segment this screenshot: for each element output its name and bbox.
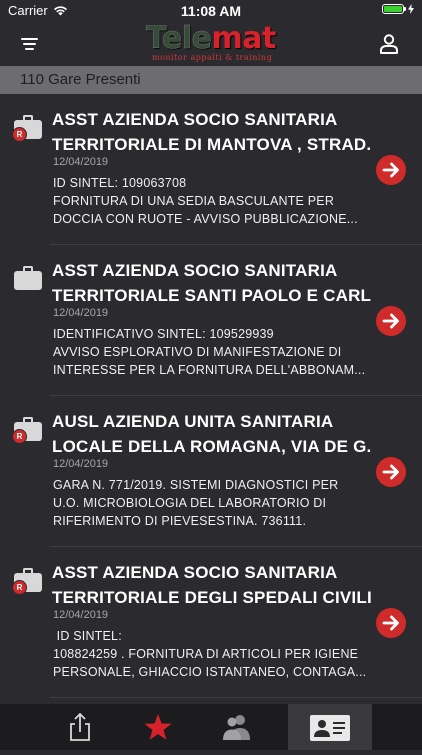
item-desc-line: PERSONALE, GHIACCIO ISTANTANEO, CONTAGA.… — [53, 665, 367, 679]
logo-title: Telemat — [146, 21, 277, 56]
item-title-line: TERRITORIALE SANTI PAOLO E CARL... — [52, 286, 372, 305]
item-description: IDENTIFICATIVO SINTEL: 109529939 AVVISO … — [53, 325, 368, 379]
battery-level — [384, 6, 402, 12]
item-title-line: ASST AZIENDA SOCIO SANITARIA — [52, 110, 338, 129]
telemat-logo: Telemat monitor appalti & training — [146, 22, 280, 66]
charging-bolt-icon — [408, 4, 414, 14]
hamburger-menu-icon[interactable] — [21, 35, 43, 53]
briefcase-icon: R — [12, 568, 42, 595]
share-icon[interactable] — [40, 704, 120, 750]
battery-area — [382, 4, 414, 14]
item-title-line: ASST AZIENDA SOCIO SANITARIA — [52, 563, 338, 582]
item-title-line: AUSL AZIENDA UNITA SANITARIA — [52, 412, 334, 431]
r-badge: R — [12, 127, 27, 142]
item-desc-line: 108824259 . FORNITURA DI ARTICOLI PER IG… — [53, 647, 359, 661]
divider — [50, 697, 422, 698]
star-icon[interactable] — [118, 704, 198, 750]
status-bar: Carrier 11:08 AM — [0, 0, 422, 22]
briefcase-icon: R — [12, 115, 42, 142]
list-item[interactable]: ASST AZIENDA SOCIO SANITARIA TERRITORIAL… — [0, 245, 422, 396]
item-title: ASST AZIENDA SOCIO SANITARIA TERRITORIAL… — [52, 258, 372, 308]
item-title-line: ASST AZIENDA SOCIO SANITARIA — [52, 261, 338, 280]
item-desc-line: INTERESSE PER LA FORNITURA DELL'ABBONAM.… — [53, 363, 366, 377]
arrow-right-icon[interactable] — [376, 608, 406, 638]
item-desc-line: DOCCIA CON RUOTE - AVVISO PUBBLICAZIONE.… — [53, 212, 358, 226]
item-title: ASST AZIENDA SOCIO SANITARIA TERRITORIAL… — [52, 560, 372, 610]
item-description: GARA N. 771/2019. SISTEMI DIAGNOSTICI PE… — [53, 476, 368, 530]
item-date: 12/04/2019 — [53, 458, 109, 470]
item-title: AUSL AZIENDA UNITA SANITARIA LOCALE DELL… — [52, 409, 372, 459]
item-desc-line: ID SINTEL: — [53, 629, 122, 643]
logo-part-tele: Tele — [146, 21, 212, 56]
navigation-bar: Telemat monitor appalti & training — [0, 22, 422, 66]
list-item[interactable]: R ASST AZIENDA SOCIO SANITARIA TERRITORI… — [0, 94, 422, 245]
item-desc-line: AVVISO ESPLORATIVO DI MANIFESTAZIONE DI — [53, 345, 342, 359]
arrow-right-icon[interactable] — [376, 306, 406, 336]
item-description: ID SINTEL: 109063708 FORNITURA DI UNA SE… — [53, 174, 368, 228]
r-badge: R — [12, 429, 27, 444]
item-title-line: LOCALE DELLA ROMAGNA, VIA DE G... — [52, 437, 372, 456]
item-desc-line: IDENTIFICATIVO SINTEL: 109529939 — [53, 327, 274, 341]
item-title: ASST AZIENDA SOCIO SANITARIA TERRITORIAL… — [52, 107, 372, 157]
item-desc-line: U.O. MICROBIOLOGIA DEL LABORATORIO DI — [53, 496, 327, 510]
item-desc-line: FORNITURA DI UNA SEDIA BASCULANTE PER — [53, 194, 335, 208]
item-date: 12/04/2019 — [53, 156, 109, 168]
item-description: ID SINTEL: 108824259 . FORNITURA DI ARTI… — [53, 627, 368, 681]
clock: 11:08 AM — [180, 3, 242, 19]
list-item[interactable]: R AUSL AZIENDA UNITA SANITARIA LOCALE DE… — [0, 396, 422, 547]
item-title-line: TERRITORIALE DI MANTOVA , STRAD... — [52, 135, 372, 154]
user-icon[interactable] — [378, 33, 400, 55]
logo-part-mat: mat — [211, 21, 276, 56]
list-item[interactable]: R ASST AZIENDA SOCIO SANITARIA TERRITORI… — [0, 547, 422, 698]
item-desc-line: GARA N. 771/2019. SISTEMI DIAGNOSTICI PE… — [53, 478, 339, 492]
tender-list: R ASST AZIENDA SOCIO SANITARIA TERRITORI… — [0, 94, 422, 698]
arrow-right-icon[interactable] — [376, 457, 406, 487]
results-count-header: 110 Gare Presenti — [0, 66, 422, 94]
item-desc-line: RIFERIMENTO DI PIEVESESTINA. 736111. — [53, 514, 307, 528]
contact-card-icon[interactable] — [288, 704, 372, 750]
battery-icon — [382, 4, 406, 14]
item-date: 12/04/2019 — [53, 307, 109, 319]
tab-bar — [0, 704, 422, 750]
r-badge: R — [12, 580, 27, 595]
logo-subtitle: monitor appalti & training — [152, 53, 273, 62]
item-title-line: TERRITORIALE DEGLI SPEDALI CIVILI... — [52, 588, 372, 607]
briefcase-icon: R — [12, 417, 42, 444]
item-desc-line: ID SINTEL: 109063708 — [53, 176, 187, 190]
briefcase-icon — [14, 266, 42, 290]
group-icon[interactable] — [196, 704, 276, 750]
arrow-right-icon[interactable] — [376, 155, 406, 185]
item-date: 12/04/2019 — [53, 609, 109, 621]
